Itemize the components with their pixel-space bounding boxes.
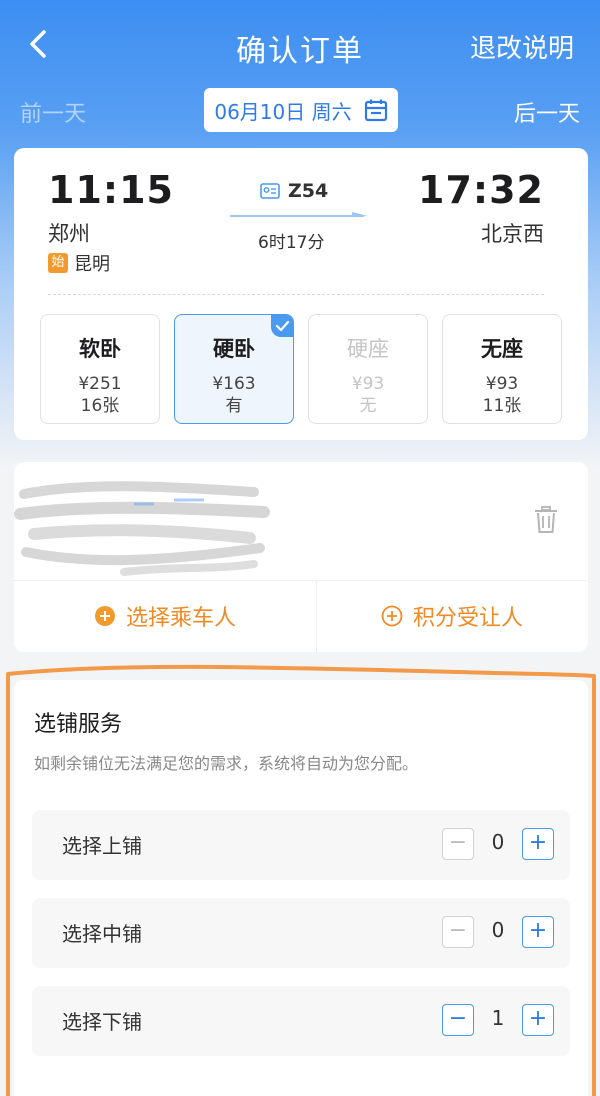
departure-time: 11:15 bbox=[48, 168, 174, 212]
berth-count: 1 bbox=[491, 1006, 505, 1030]
points-transfer-button[interactable]: 积分受让人 bbox=[316, 580, 588, 652]
origin-station-name: 昆明 bbox=[74, 254, 110, 275]
berth-label: 选择下铺 bbox=[62, 1010, 142, 1034]
id-card-icon bbox=[260, 183, 280, 199]
increment-button[interactable]: + bbox=[522, 828, 554, 860]
seat-type-selector: 软卧 ¥251 16张 硬卧 ¥163 有 硬座 ¥93 无 无座 ¥93 11… bbox=[40, 314, 564, 426]
berth-row-lower: 选择下铺 − 1 + bbox=[32, 986, 570, 1056]
seat-availability: 11张 bbox=[482, 396, 522, 416]
seat-name: 无座 bbox=[481, 337, 523, 361]
refund-policy-link[interactable]: 退改说明 bbox=[470, 28, 574, 65]
seat-price: ¥163 bbox=[212, 374, 256, 394]
berth-service-card: 选铺服务 如剩余铺位无法满足您的需求，系统将自动为您分配。 选择上铺 − 0 +… bbox=[14, 680, 588, 1096]
origin-station: 始 昆明 bbox=[48, 250, 110, 276]
seat-availability: 16张 bbox=[80, 396, 120, 416]
seat-name: 硬卧 bbox=[213, 337, 255, 361]
origin-badge: 始 bbox=[48, 253, 68, 273]
seat-option-hard-seat[interactable]: 硬座 ¥93 无 bbox=[308, 314, 428, 424]
seat-name: 硬座 bbox=[347, 337, 389, 361]
train-info-card: 11:15 郑州 始 昆明 Z54 6时17分 17:32 北京西 软卧 ¥25… bbox=[14, 148, 588, 440]
upper-berth-stepper: − 0 + bbox=[442, 828, 554, 862]
berth-label: 选择上铺 bbox=[62, 834, 142, 858]
berth-count: 0 bbox=[491, 918, 505, 942]
seat-price: ¥251 bbox=[78, 374, 122, 394]
berth-row-middle: 选择中铺 − 0 + bbox=[32, 898, 570, 968]
seat-name: 软卧 bbox=[79, 337, 121, 361]
dashed-divider bbox=[48, 294, 544, 295]
arrival-station: 北京西 bbox=[481, 222, 544, 246]
points-transfer-label: 积分受让人 bbox=[412, 606, 523, 631]
calendar-icon bbox=[364, 99, 387, 122]
seat-option-no-seat[interactable]: 无座 ¥93 11张 bbox=[442, 314, 562, 424]
decrement-button[interactable]: − bbox=[442, 828, 474, 860]
plus-circle-icon bbox=[94, 606, 115, 626]
seat-option-soft-sleeper[interactable]: 软卧 ¥251 16张 bbox=[40, 314, 160, 424]
berth-label: 选择中铺 bbox=[62, 922, 142, 946]
decrement-button[interactable]: − bbox=[442, 1004, 474, 1036]
berth-service-hint: 如剩余铺位无法满足您的需求，系统将自动为您分配。 bbox=[34, 754, 419, 773]
select-passenger-button[interactable]: 选择乘车人 bbox=[14, 580, 316, 652]
berth-row-upper: 选择上铺 − 0 + bbox=[32, 810, 570, 880]
arrow-line-icon bbox=[230, 212, 368, 217]
train-number-label: Z54 bbox=[288, 180, 329, 202]
date-bar: 前一天 06月10日 周六 后一天 bbox=[0, 88, 600, 132]
seat-price: ¥93 bbox=[485, 374, 519, 394]
seat-availability: 有 bbox=[225, 396, 243, 416]
date-label: 06月10日 周六 bbox=[214, 99, 352, 124]
arrival-time: 17:32 bbox=[418, 168, 544, 212]
trash-icon[interactable] bbox=[534, 506, 558, 534]
select-passenger-label: 选择乘车人 bbox=[125, 606, 236, 631]
date-picker[interactable]: 06月10日 周六 bbox=[204, 88, 398, 132]
increment-button[interactable]: + bbox=[522, 1004, 554, 1036]
prev-day-button[interactable]: 前一天 bbox=[20, 96, 86, 128]
nav-header: 确认订单 退改说明 bbox=[0, 0, 600, 90]
next-day-button[interactable]: 后一天 bbox=[514, 96, 580, 128]
passenger-card: 选择乘车人 积分受让人 bbox=[14, 462, 588, 652]
decrement-button[interactable]: − bbox=[442, 916, 474, 948]
redacted-scribble bbox=[14, 481, 270, 576]
lower-berth-stepper: − 1 + bbox=[442, 1004, 554, 1038]
departure-station: 郑州 bbox=[48, 222, 90, 246]
middle-berth-stepper: − 0 + bbox=[442, 916, 554, 950]
seat-price: ¥93 bbox=[351, 374, 385, 394]
seat-option-hard-sleeper[interactable]: 硬卧 ¥163 有 bbox=[174, 314, 294, 424]
trip-duration: 6时17分 bbox=[258, 233, 325, 253]
increment-button[interactable]: + bbox=[522, 916, 554, 948]
train-number[interactable]: Z54 bbox=[260, 180, 328, 202]
selected-check-icon bbox=[271, 315, 293, 337]
plus-circle-outline-icon bbox=[381, 605, 403, 627]
berth-service-title: 选铺服务 bbox=[34, 712, 123, 737]
berth-count: 0 bbox=[491, 830, 505, 854]
seat-availability: 无 bbox=[359, 396, 377, 416]
